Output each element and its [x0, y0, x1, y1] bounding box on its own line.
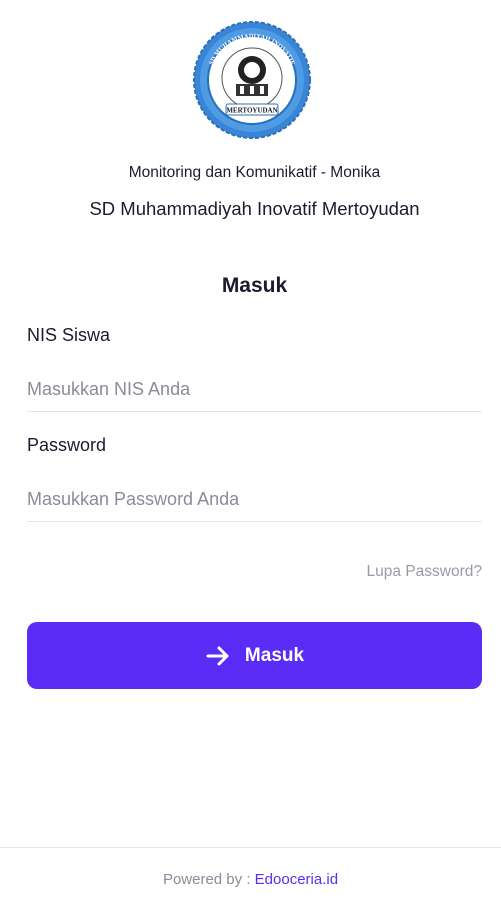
arrow-right-icon — [205, 643, 231, 669]
school-name: SD Muhammadiyah Inovatif Mertoyudan — [89, 198, 420, 219]
form-title: Masuk — [221, 274, 288, 297]
password-label: Password — [27, 435, 107, 455]
login-page: SD MUHAMMADIYAH INOVATIF MERTOYUDAN Moni… — [0, 0, 501, 900]
forgot-password-link[interactable]: Lupa Password? — [367, 563, 482, 581]
login-button[interactable]: Masuk — [27, 622, 482, 689]
nis-input[interactable] — [27, 368, 482, 412]
logo-text-bottom: MERTOYUDAN — [226, 107, 277, 115]
app-subtitle: Monitoring dan Komunikatif - Monika — [128, 164, 381, 181]
brand-link[interactable]: Edooceria.id — [255, 871, 338, 888]
school-seal-icon: SD MUHAMMADIYAH INOVATIF MERTOYUDAN — [192, 20, 312, 140]
login-button-label: Masuk — [244, 644, 305, 666]
powered-by-text: Powered by : — [162, 871, 255, 888]
footer: Powered by : Edooceria.id — [0, 847, 501, 900]
password-input[interactable] — [27, 478, 482, 522]
nis-label: NIS Siswa — [27, 325, 111, 345]
